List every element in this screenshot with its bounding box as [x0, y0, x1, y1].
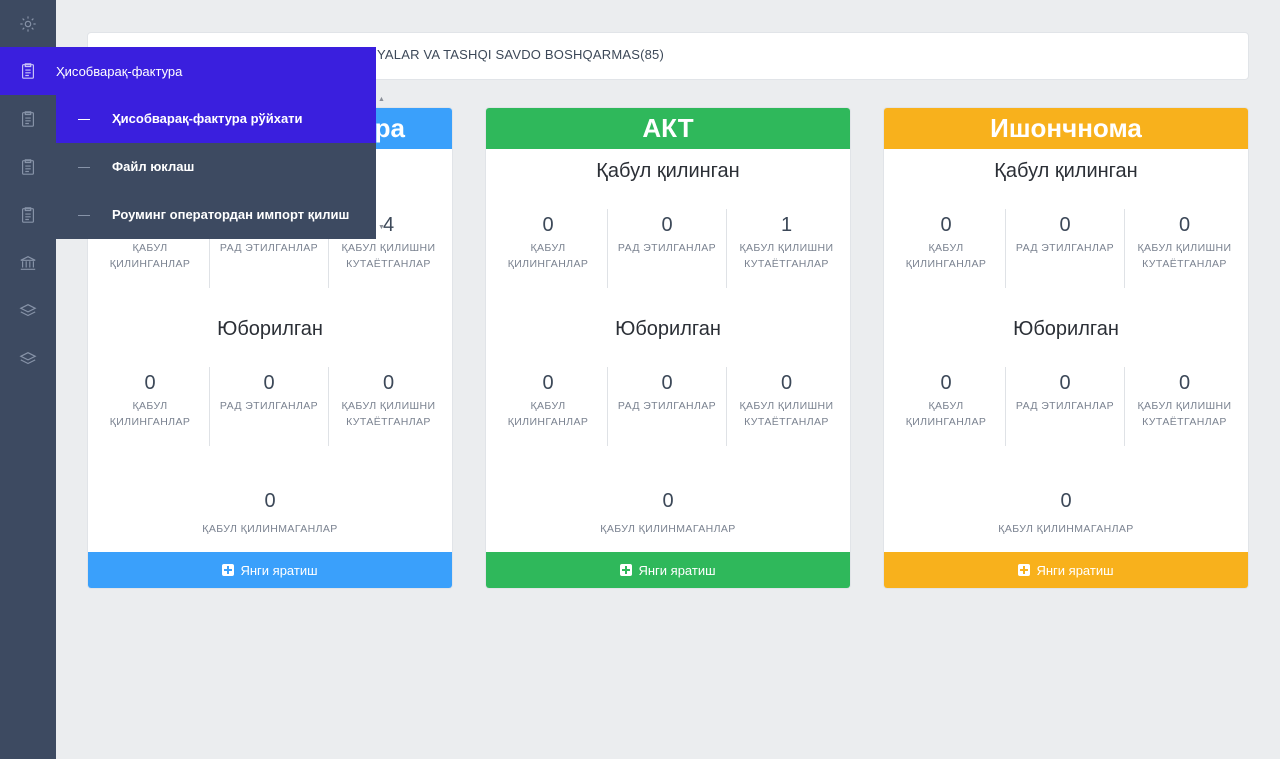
- stat-accepted[interactable]: 0 ҚАБУЛ ҚИЛИНГАНЛАР: [887, 209, 1006, 288]
- received-title: Қабул қилинган: [994, 160, 1138, 182]
- card-title: АКТ: [486, 108, 850, 149]
- plus-icon: [222, 564, 235, 576]
- invoice-flyout-menu: Ҳисобварақ-фактура Ҳисобварақ-фактура рў…: [56, 47, 376, 239]
- dash-icon: [78, 119, 90, 120]
- sent-title: Юборилган: [217, 318, 323, 340]
- document-icon[interactable]: [0, 191, 56, 239]
- document-icon[interactable]: [0, 143, 56, 191]
- invoice-icon[interactable]: [0, 47, 56, 95]
- received-title: Қабул қилинган: [596, 160, 740, 182]
- stat-accepted[interactable]: 0 ҚАБУЛ ҚИЛИНГАНЛАР: [489, 367, 608, 446]
- document-icon[interactable]: [0, 95, 56, 143]
- plus-icon: [620, 564, 633, 576]
- received-stats: 0 ҚАБУЛ ҚИЛИНГАНЛАР 0 РАД ЭТИЛГАНЛАР 1 ҚАБУ…: [489, 209, 847, 288]
- menu-title[interactable]: Ҳисобварақ-фактура: [56, 47, 376, 95]
- sent-title: Юборилган: [615, 318, 721, 340]
- stat-accepted[interactable]: 0 ҚАБУЛ ҚИЛИНГАНЛАР: [489, 209, 608, 288]
- organization-title: YALAR VA TASHQI SAVDO BOSHQARMAS(85): [377, 47, 665, 62]
- stat-pending[interactable]: 0 ҚАБУЛ ҚИЛИШНИ КУТАЁТГАНЛАР: [329, 367, 448, 446]
- sent-stats: 0 ҚАБУЛ ҚИЛИНГАНЛАР 0 РАД ЭТИЛГАНЛАР 0 ҚАБУ…: [489, 367, 847, 446]
- stat-pending[interactable]: 1 ҚАБУЛ ҚИЛИШНИ КУТАЁТГАНЛАР: [727, 209, 846, 288]
- stat-accepted[interactable]: 0 ҚАБУЛ ҚИЛИНГАНЛАР: [887, 367, 1006, 446]
- stat-rejected[interactable]: 0 РАД ЭТИЛГАНЛАР: [608, 209, 727, 288]
- sent-stats: 0 ҚАБУЛ ҚИЛИНГАНЛАР 0 РАД ЭТИЛГАНЛАР 0 ҚАБУ…: [91, 367, 449, 446]
- stat-pending[interactable]: 0 ҚАБУЛ ҚИЛИШНИ КУТАЁТГАНЛАР: [1125, 367, 1244, 446]
- sent-stats: 0 ҚАБУЛ ҚИЛИНГАНЛАР 0 РАД ЭТИЛГАНЛАР 0 ҚАБУ…: [887, 367, 1245, 446]
- received-stats: 0 ҚАБУЛ ҚИЛИНГАНЛАР 0 РАД ЭТИЛГАНЛАР 0 ҚАБУ…: [887, 209, 1245, 288]
- layers-icon[interactable]: [0, 335, 56, 383]
- stat-pending[interactable]: 0 ҚАБУЛ ҚИЛИШНИ КУТАЁТГАНЛАР: [1125, 209, 1244, 288]
- create-new-button[interactable]: Янги яратиш: [884, 552, 1248, 588]
- bank-icon[interactable]: [0, 239, 56, 287]
- dash-icon: [78, 167, 90, 168]
- gear-icon[interactable]: [0, 0, 56, 48]
- menu-item-invoice-list[interactable]: Ҳисобварақ-фактура рўйхати: [56, 95, 376, 143]
- stat-not-accepted[interactable]: 0 ҚАБУЛ ҚИЛИНМАГАНЛАР: [88, 490, 452, 537]
- act-card: АКТ Қабул қилинган 0 ҚАБУЛ ҚИЛИНГАНЛАР 0Р…: [485, 107, 851, 589]
- stat-pending[interactable]: 0 ҚАБУЛ ҚИЛИШНИ КУТАЁТГАНЛАР: [727, 367, 846, 446]
- menu-item-roaming-import[interactable]: Роуминг оператордан импорт қилиш: [56, 191, 376, 239]
- stat-rejected[interactable]: 0 РАД ЭТИЛГАНЛАР: [1006, 209, 1125, 288]
- layers-icon[interactable]: [0, 287, 56, 335]
- sidebar: [0, 0, 56, 759]
- create-new-button[interactable]: Янги яратиш: [486, 552, 850, 588]
- sent-title: Юборилган: [1013, 318, 1119, 340]
- scroll-down-arrow-icon[interactable]: ▼: [378, 224, 385, 231]
- menu-item-file-upload[interactable]: Файл юклаш: [56, 143, 376, 191]
- dash-icon: [78, 215, 90, 216]
- create-new-button[interactable]: Янги яратиш: [88, 552, 452, 588]
- stat-rejected[interactable]: 0 РАД ЭТИЛГАНЛАР: [1006, 367, 1125, 446]
- stat-not-accepted[interactable]: 0 ҚАБУЛ ҚИЛИНМАГАНЛАР: [884, 490, 1248, 537]
- plus-icon: [1018, 564, 1031, 576]
- stat-not-accepted[interactable]: 0 ҚАБУЛ ҚИЛИНМАГАНЛАР: [486, 490, 850, 537]
- stat-rejected[interactable]: 0 РАД ЭТИЛГАНЛАР: [210, 367, 329, 446]
- power-of-attorney-card: Ишончнома Қабул қилинган 0 ҚАБУЛ ҚИЛИНГАН…: [883, 107, 1249, 589]
- scroll-up-arrow-icon[interactable]: ▲: [378, 96, 385, 103]
- stat-rejected[interactable]: 0 РАД ЭТИЛГАНЛАР: [608, 367, 727, 446]
- stat-accepted[interactable]: 0 ҚАБУЛ ҚИЛИНГАНЛАР: [91, 367, 210, 446]
- card-title: Ишончнома: [884, 108, 1248, 149]
